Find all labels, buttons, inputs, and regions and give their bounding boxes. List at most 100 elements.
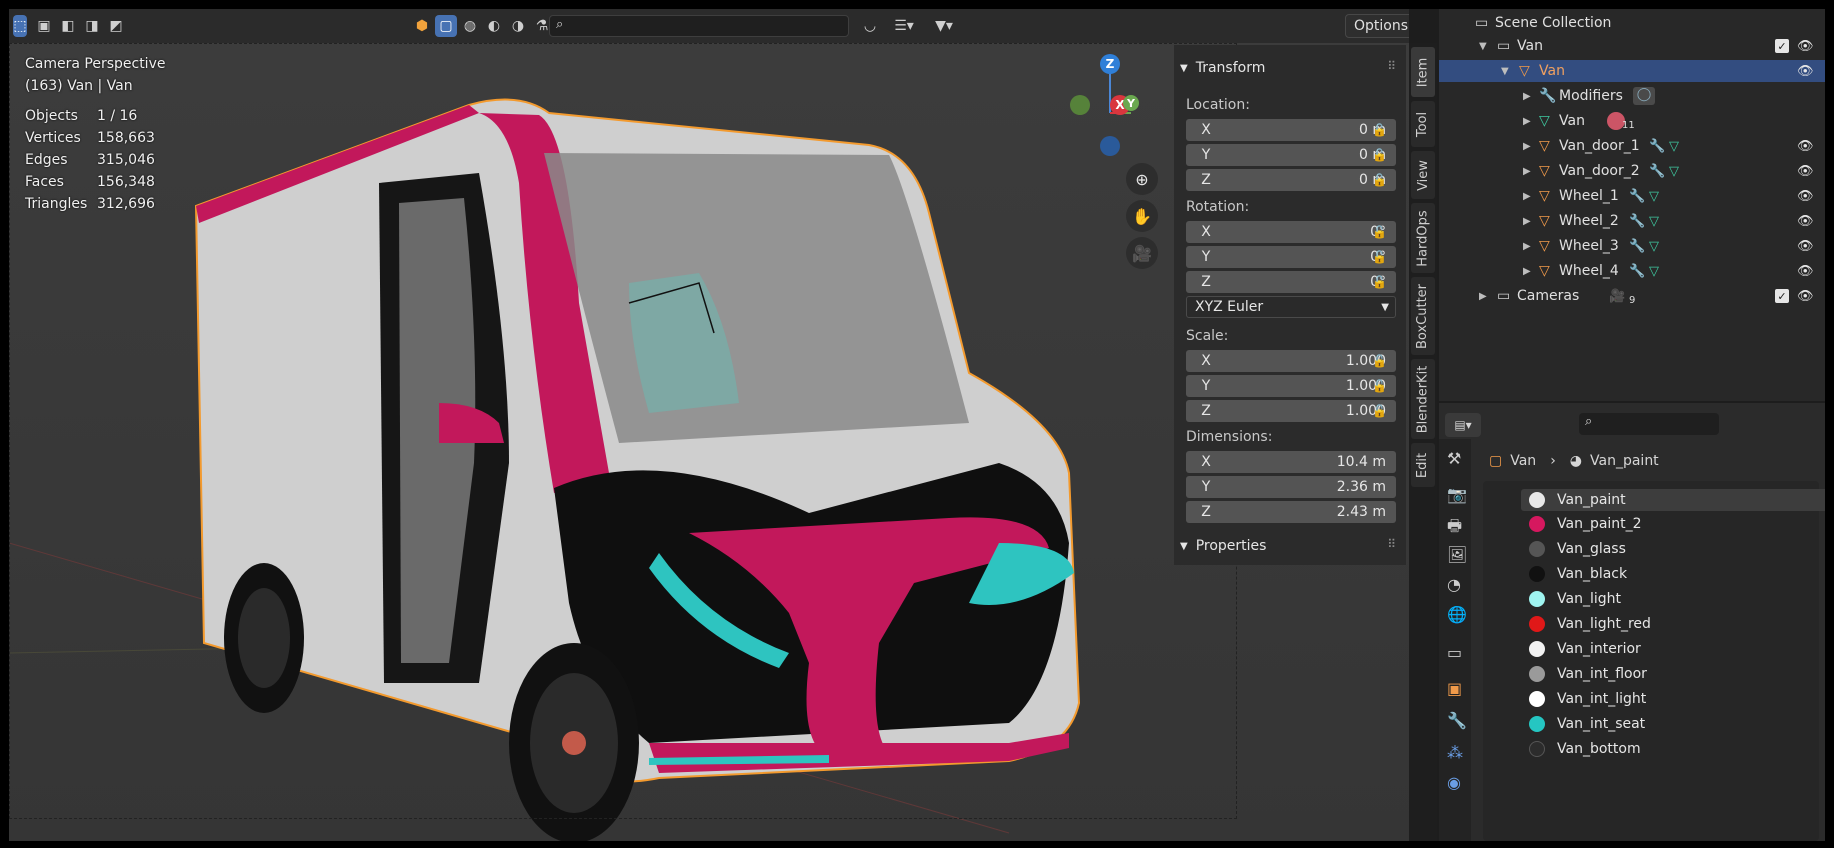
filter-icon[interactable]: ▼▾	[927, 15, 961, 37]
options-button[interactable]: Options▼	[1345, 14, 1409, 38]
location-y-field[interactable]: Y 0 m	[1186, 144, 1396, 166]
tab-blenderkit[interactable]: BlenderKit	[1411, 359, 1435, 439]
outliner-scene-collection[interactable]: ▭ Scene Collection	[1439, 12, 1825, 34]
eye-icon[interactable]: 👁	[1797, 39, 1814, 54]
viewport-search-input[interactable]: ⌕	[549, 15, 849, 37]
expand-triangle-icon[interactable]: ▼	[1501, 66, 1509, 77]
rotation-z-field[interactable]: Z 0°	[1186, 271, 1396, 293]
material-slot[interactable]: Van_light_red	[1521, 613, 1825, 635]
sort-dropdown-icon[interactable]: ☰▾	[887, 15, 921, 37]
wireframe-shading-icon[interactable]: ◍	[459, 15, 481, 37]
mode-intersect-icon[interactable]: ◩	[105, 15, 127, 37]
eye-icon[interactable]: 👁	[1797, 164, 1814, 179]
zoom-icon[interactable]: ⊕	[1126, 163, 1158, 195]
pan-hand-icon[interactable]: ✋	[1126, 200, 1158, 232]
tool-settings-icon[interactable]: ⚒	[1447, 449, 1461, 468]
gizmo-z-axis[interactable]: Z	[1100, 54, 1120, 74]
outliner-collection-van[interactable]: ▼ ▭ Van ✓ 👁	[1439, 35, 1825, 57]
drag-grip-icon[interactable]: ⠿	[1387, 59, 1396, 73]
modifier-wrench-icon[interactable]: 🔧	[1447, 711, 1467, 730]
solid-shading-icon[interactable]: ◐	[483, 15, 505, 37]
rotation-x-field[interactable]: X 0°	[1186, 221, 1396, 243]
material-slot[interactable]: Van_paint	[1521, 489, 1825, 511]
tab-hardops[interactable]: HardOps	[1411, 203, 1435, 273]
expand-triangle-icon[interactable]: ▶	[1479, 291, 1487, 302]
outliner-child-van-door-1[interactable]: ▶ ▽ Van_door_1 🔧 ▽ 👁	[1439, 135, 1825, 157]
outliner-child-wheel-2[interactable]: ▶ ▽ Wheel_2 🔧 ▽ 👁	[1439, 210, 1825, 232]
outliner-child-van-door-2[interactable]: ▶ ▽ Van_door_2 🔧 ▽ 👁	[1439, 160, 1825, 182]
material-shading-icon[interactable]: ◑	[507, 15, 529, 37]
location-x-field[interactable]: X 0 m	[1186, 119, 1396, 141]
select-box-icon[interactable]: ⬚	[13, 15, 27, 37]
object-properties-icon[interactable]: ▣	[1447, 679, 1462, 698]
dimensions-y-field[interactable]: Y 2.36 m	[1186, 476, 1396, 498]
xray-icon[interactable]: ▢	[435, 15, 457, 37]
gizmo-neg-y[interactable]	[1070, 95, 1090, 115]
lock-icon[interactable]: 🔓	[1372, 225, 1387, 239]
expand-triangle-icon[interactable]: ▶	[1523, 166, 1531, 177]
lock-icon[interactable]: 🔓	[1372, 379, 1387, 393]
outliner-child-wheel-4[interactable]: ▶ ▽ Wheel_4 🔧 ▽ 👁	[1439, 260, 1825, 282]
expand-triangle-icon[interactable]: ▶	[1523, 116, 1531, 127]
mode-subtract-icon[interactable]: ◨	[81, 15, 103, 37]
view-layer-icon[interactable]: 🖼	[1447, 545, 1467, 564]
tab-tool[interactable]: Tool	[1411, 101, 1435, 147]
drag-grip-icon[interactable]: ⠿	[1387, 537, 1396, 551]
render-icon[interactable]: 📷	[1447, 485, 1467, 504]
outliner-child-wheel-1[interactable]: ▶ ▽ Wheel_1 🔧 ▽ 👁	[1439, 185, 1825, 207]
expand-triangle-icon[interactable]: ▶	[1523, 241, 1531, 252]
outliner-child-wheel-3[interactable]: ▶ ▽ Wheel_3 🔧 ▽ 👁	[1439, 235, 1825, 257]
tab-edit[interactable]: Edit	[1411, 443, 1435, 487]
outliner-collection-cameras[interactable]: ▶ ▭ Cameras 🎥 9 ✓ 👁	[1439, 285, 1825, 307]
material-slot[interactable]: Van_int_light	[1521, 688, 1825, 710]
tab-view[interactable]: View	[1411, 151, 1435, 199]
world-icon[interactable]: 🌐	[1447, 605, 1467, 624]
collection-icon[interactable]: ▭	[1447, 643, 1462, 662]
particles-icon[interactable]: ⁂	[1447, 743, 1463, 762]
output-icon[interactable]: 🖶	[1447, 515, 1462, 542]
transform-panel-header[interactable]: ▼ Transform	[1180, 55, 1265, 81]
lock-icon[interactable]: 🔓	[1372, 354, 1387, 368]
scale-x-field[interactable]: X 1.000	[1186, 350, 1396, 372]
physics-icon[interactable]: ◉	[1447, 773, 1461, 792]
material-slot[interactable]: Van_light	[1521, 588, 1825, 610]
outliner-object-van[interactable]: ▼ ▽ Van 👁	[1439, 60, 1825, 82]
expand-triangle-icon[interactable]: ▶	[1523, 91, 1531, 102]
material-slot[interactable]: Van_int_floor	[1521, 663, 1825, 685]
expand-triangle-icon[interactable]: ▶	[1523, 266, 1531, 277]
gizmo-y-axis[interactable]: Y	[1123, 95, 1139, 111]
mode-extend-icon[interactable]: ◧	[57, 15, 79, 37]
lock-icon[interactable]: 🔓	[1372, 404, 1387, 418]
dimensions-x-field[interactable]: X 10.4 m	[1186, 451, 1396, 473]
eye-icon[interactable]: 👁	[1797, 64, 1814, 79]
exclude-checkbox[interactable]: ✓	[1775, 39, 1789, 53]
lock-icon[interactable]: 🔓	[1372, 275, 1387, 289]
editor-type-dropdown[interactable]: ▤▾	[1445, 413, 1481, 437]
overlay-dropdown-icon[interactable]: ◡	[857, 15, 883, 37]
eye-icon[interactable]: 👁	[1797, 214, 1814, 229]
location-z-field[interactable]: Z 0 m	[1186, 169, 1396, 191]
material-slot[interactable]: Van_paint_2	[1521, 513, 1825, 535]
material-slot[interactable]: Van_int_seat	[1521, 713, 1825, 735]
rotation-y-field[interactable]: Y 0°	[1186, 246, 1396, 268]
camera-view-icon[interactable]: 🎥	[1126, 237, 1158, 269]
eye-icon[interactable]: 👁	[1797, 264, 1814, 279]
rotation-mode-select[interactable]: XYZ Euler ▼	[1186, 296, 1396, 318]
material-slot[interactable]: Van_glass	[1521, 538, 1825, 560]
material-slot[interactable]: Van_interior	[1521, 638, 1825, 660]
scale-y-field[interactable]: Y 1.000	[1186, 375, 1396, 397]
eye-icon[interactable]: 👁	[1797, 139, 1814, 154]
tab-boxcutter[interactable]: BoxCutter	[1411, 277, 1435, 355]
scene-icon[interactable]: ◔	[1447, 575, 1461, 594]
gizmo-toggle-icon[interactable]: ⬢	[411, 15, 433, 37]
expand-triangle-icon[interactable]: ▶	[1523, 216, 1531, 227]
dimensions-z-field[interactable]: Z 2.43 m	[1186, 501, 1396, 523]
modifier-ring-icon[interactable]: ◯	[1633, 87, 1655, 105]
lock-icon[interactable]: 🔓	[1372, 123, 1387, 137]
lock-icon[interactable]: 🔓	[1372, 148, 1387, 162]
lock-icon[interactable]: 🔓	[1372, 173, 1387, 187]
properties-search-input[interactable]: ⌕	[1579, 413, 1719, 435]
scale-z-field[interactable]: Z 1.000	[1186, 400, 1396, 422]
mode-new-icon[interactable]: ▣	[33, 15, 55, 37]
properties-panel-header[interactable]: ▼ Properties ⠿	[1174, 529, 1406, 563]
